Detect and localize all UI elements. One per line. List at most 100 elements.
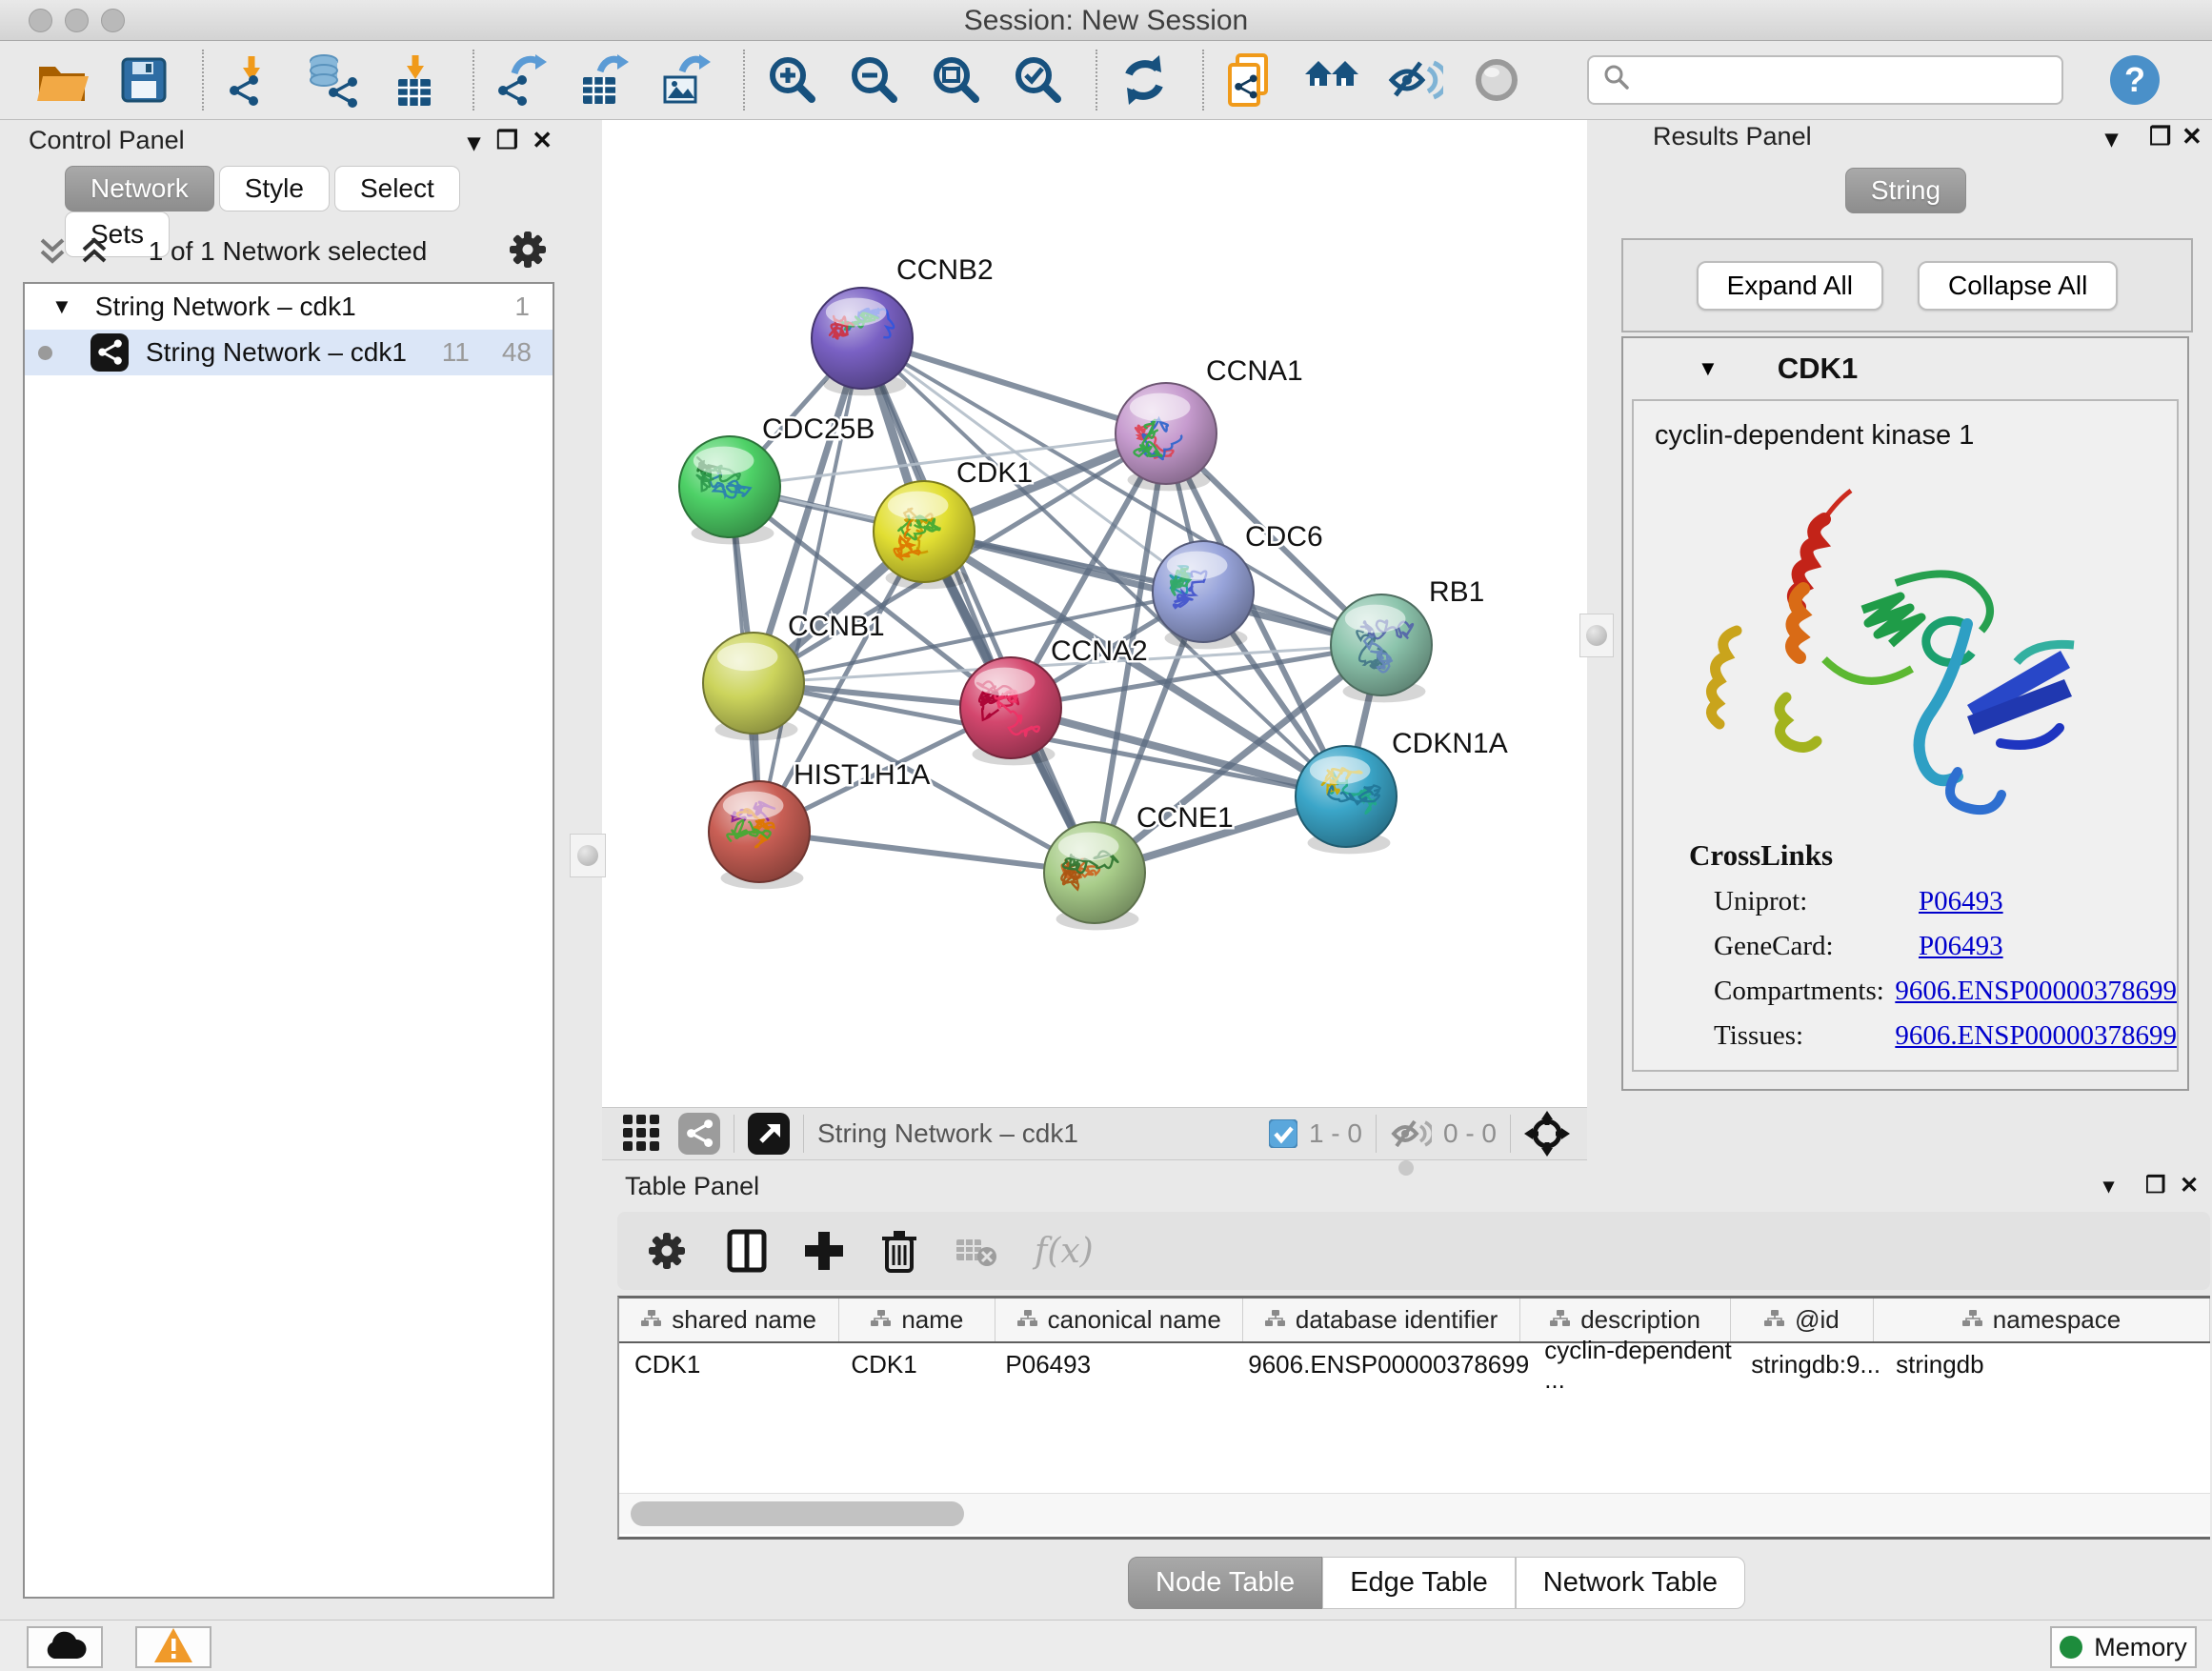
panel-menu-icon[interactable]: ▾ xyxy=(468,128,480,157)
column-type-icon xyxy=(1962,1305,1983,1335)
edge-CCNB2-CCNE1[interactable] xyxy=(862,338,1095,873)
save-session-icon[interactable] xyxy=(114,50,173,110)
network-tree-root-row[interactable]: ▼ String Network – cdk1 1 xyxy=(25,284,553,330)
node-CCNE1[interactable] xyxy=(1044,822,1145,930)
fit-selected-crosshair-icon[interactable] xyxy=(1524,1111,1570,1157)
left-splitter-handle[interactable] xyxy=(570,834,606,877)
zoom-out-icon[interactable] xyxy=(844,50,903,110)
hide-selected-icon[interactable] xyxy=(1385,50,1444,110)
node-HIST1H1A[interactable] xyxy=(709,781,810,889)
result-entry-header[interactable]: ▼ CDK1 xyxy=(1623,338,2187,399)
bottom-splitter-handle[interactable] xyxy=(1398,1160,1414,1176)
network-collection-label: String Network – cdk1 xyxy=(95,292,356,322)
tab-network-table[interactable]: Network Table xyxy=(1516,1557,1745,1609)
network-graph[interactable]: CCNB2CCNA1CDC25BCDK1CDC6RB1CCNB1CCNA2CDK… xyxy=(602,120,1587,1107)
crosslink-value-link[interactable]: 9606.ENSP00000378699 xyxy=(1895,1020,2177,1052)
entry-collapse-caret-icon[interactable]: ▼ xyxy=(1698,356,1719,381)
crosslink-row: GeneCard:P06493 xyxy=(1689,931,2177,962)
import-network-file-icon[interactable] xyxy=(221,50,280,110)
column-header-name[interactable]: name xyxy=(839,1299,995,1341)
show-all-networks-icon[interactable] xyxy=(1303,50,1362,110)
network-canvas[interactable]: CCNB2CCNA1CDC25BCDK1CDC6RB1CCNB1CCNA2CDK… xyxy=(602,120,1587,1107)
detach-view-icon[interactable] xyxy=(748,1113,790,1155)
crosslink-value-link[interactable]: 9606.ENSP00000378699 xyxy=(1895,976,2177,1007)
refresh-icon[interactable] xyxy=(1115,50,1174,110)
right-splitter-handle[interactable] xyxy=(1579,614,1614,657)
node-CCNA2[interactable] xyxy=(960,657,1061,765)
add-column-icon[interactable] xyxy=(804,1228,844,1274)
toggle-view-icon[interactable] xyxy=(1467,50,1526,110)
export-image-icon[interactable] xyxy=(655,50,714,110)
panel-menu-icon[interactable]: ▾ xyxy=(2103,1174,2114,1198)
crosslink-value-link[interactable]: P06493 xyxy=(1919,886,2003,917)
table-horizontal-scrollbar[interactable] xyxy=(619,1493,2210,1534)
network-node-count: 11 xyxy=(442,337,470,368)
panel-close-icon[interactable]: ✕ xyxy=(2182,122,2202,151)
warnings-button[interactable] xyxy=(135,1626,211,1668)
search-input[interactable] xyxy=(1633,65,2037,96)
import-table-icon[interactable] xyxy=(385,50,444,110)
node-CCNB1[interactable] xyxy=(703,633,804,740)
zoom-fit-icon[interactable] xyxy=(926,50,985,110)
selected-checkbox-icon[interactable] xyxy=(1269,1119,1297,1148)
delete-column-icon[interactable] xyxy=(880,1227,918,1275)
column-header--id[interactable]: @id xyxy=(1731,1299,1874,1341)
table-cell[interactable]: CDK1 xyxy=(835,1343,990,1386)
node-CCNA1[interactable] xyxy=(1116,383,1217,491)
export-table-icon[interactable] xyxy=(573,50,633,110)
tab-edge-table[interactable]: Edge Table xyxy=(1322,1557,1516,1609)
table-cell[interactable]: 9606.ENSP00000378699 xyxy=(1233,1343,1529,1386)
column-header-namespace[interactable]: namespace xyxy=(1874,1299,2210,1341)
import-network-database-icon[interactable] xyxy=(303,50,362,110)
zoom-selected-icon[interactable] xyxy=(1008,50,1067,110)
table-cell[interactable]: stringdb xyxy=(1880,1343,2210,1386)
duplicate-network-icon[interactable] xyxy=(1221,50,1280,110)
column-header-database-identifier[interactable]: database identifier xyxy=(1243,1299,1520,1341)
table-cell[interactable]: cyclin-dependent ... xyxy=(1529,1343,1736,1386)
tab-select[interactable]: Select xyxy=(334,166,460,211)
open-session-icon[interactable] xyxy=(32,50,91,110)
edge-CCNB2-HIST1H1A[interactable] xyxy=(759,338,862,832)
node-CDC6[interactable] xyxy=(1153,541,1254,649)
network-overview-icon[interactable] xyxy=(678,1113,720,1155)
panel-float-icon[interactable]: ❒ xyxy=(2149,122,2171,151)
panel-menu-icon[interactable]: ▾ xyxy=(2105,124,2118,153)
column-header-shared-name[interactable]: shared name xyxy=(619,1299,839,1341)
panel-float-icon[interactable]: ❒ xyxy=(2145,1172,2166,1199)
export-network-icon[interactable] xyxy=(492,50,551,110)
network-options-gear-icon[interactable] xyxy=(505,227,551,277)
column-header-canonical-name[interactable]: canonical name xyxy=(995,1299,1243,1341)
collapse-all-button[interactable]: Collapse All xyxy=(1918,261,2118,311)
panel-float-icon[interactable]: ❒ xyxy=(496,126,518,155)
table-cell[interactable]: CDK1 xyxy=(619,1343,835,1386)
table-cell[interactable]: stringdb:9... xyxy=(1736,1343,1880,1386)
scrollbar-thumb[interactable] xyxy=(631,1501,964,1526)
zoom-in-icon[interactable] xyxy=(762,50,821,110)
tab-network[interactable]: Network xyxy=(65,166,214,211)
node-RB1[interactable] xyxy=(1331,594,1432,702)
tree-collapse-caret-icon[interactable]: ▼ xyxy=(51,294,72,319)
table-cell[interactable]: P06493 xyxy=(990,1343,1233,1386)
delete-table-icon xyxy=(955,1234,998,1268)
hidden-eye-slash-icon[interactable] xyxy=(1390,1116,1432,1152)
crosslink-value-link[interactable]: P06493 xyxy=(1919,1065,2003,1072)
panel-close-icon[interactable]: ✕ xyxy=(2180,1172,2199,1199)
cloud-status-button[interactable] xyxy=(27,1626,103,1668)
node-CDKN1A[interactable] xyxy=(1296,746,1397,854)
table-row[interactable]: CDK1CDK1P064939606.ENSP00000378699cyclin… xyxy=(619,1343,2210,1386)
tab-string[interactable]: String xyxy=(1845,168,1966,213)
node-CDC25B[interactable] xyxy=(679,436,780,544)
panel-close-icon[interactable]: ✕ xyxy=(532,126,553,155)
network-tree-child-row[interactable]: String Network – cdk1 11 48 xyxy=(25,330,553,375)
birds-eye-view-icon[interactable] xyxy=(623,1115,661,1153)
show-columns-icon[interactable] xyxy=(726,1228,768,1274)
expand-all-button[interactable]: Expand All xyxy=(1697,261,1883,311)
crosslink-value-link[interactable]: P06493 xyxy=(1919,931,2003,962)
help-icon[interactable]: ? xyxy=(2105,50,2164,110)
table-settings-gear-icon[interactable] xyxy=(644,1228,690,1274)
memory-button[interactable]: Memory xyxy=(2050,1626,2197,1668)
node-CDK1[interactable] xyxy=(874,481,975,589)
cloud-icon xyxy=(43,1629,87,1666)
tab-node-table[interactable]: Node Table xyxy=(1128,1557,1322,1609)
tab-style[interactable]: Style xyxy=(219,166,330,211)
